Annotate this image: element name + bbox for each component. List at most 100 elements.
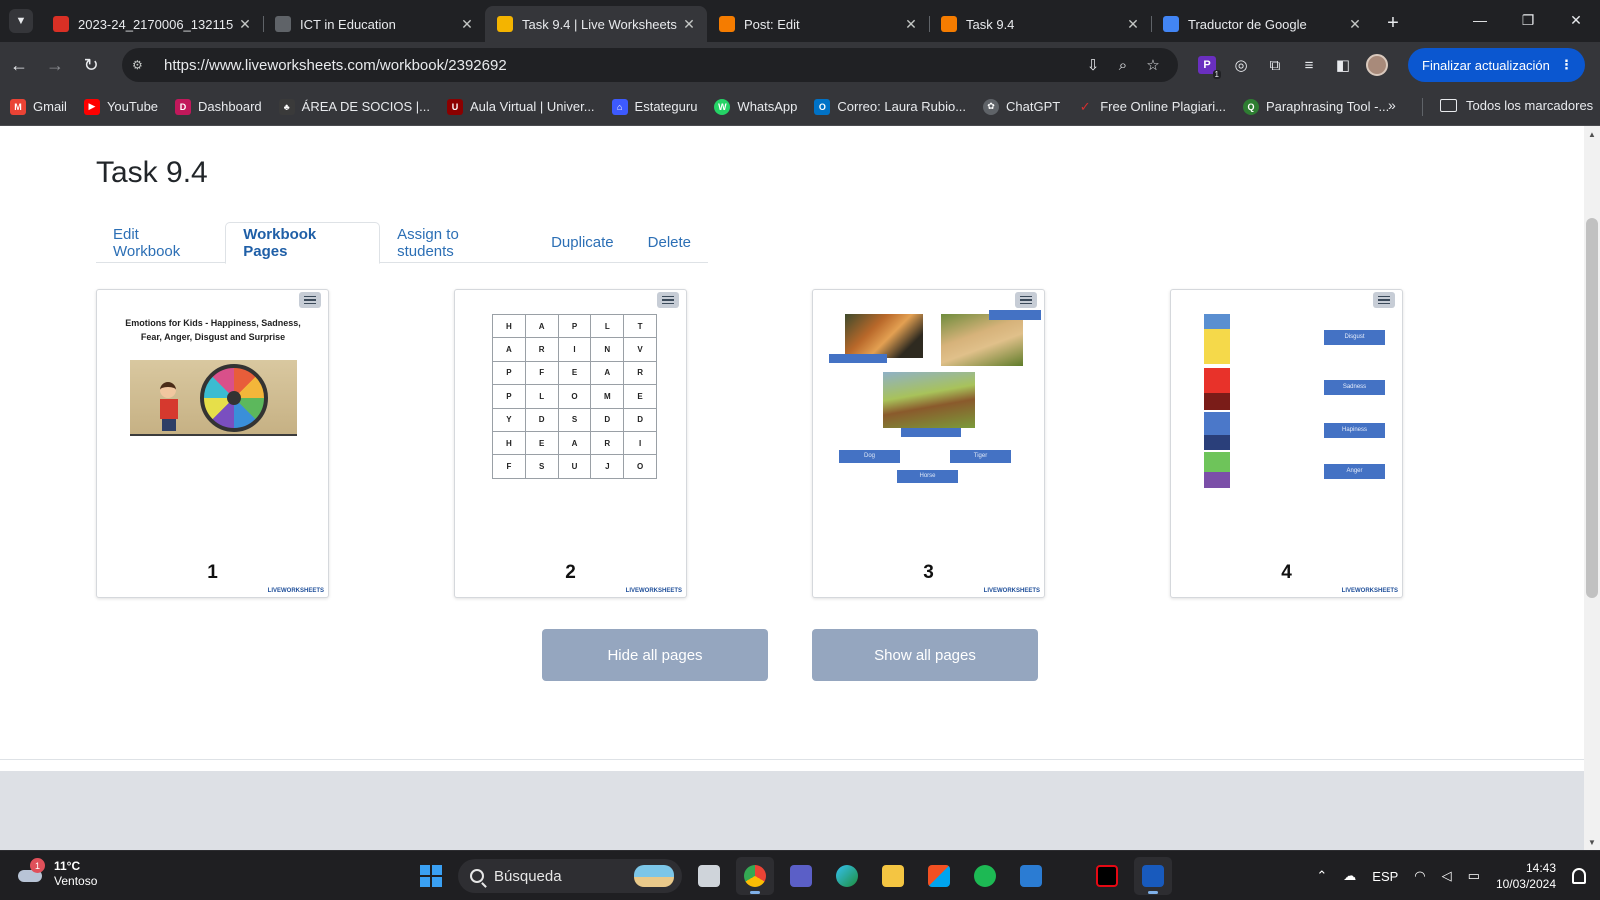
system-clock[interactable]: 14:43 10/03/2024 <box>1496 860 1556 892</box>
tab-search-button[interactable]: ▼ <box>9 9 33 33</box>
browser-tab-6[interactable]: Traductor de Google ✕ <box>1151 6 1373 42</box>
task-view-button[interactable] <box>690 857 728 895</box>
card-menu-icon[interactable] <box>1373 292 1395 308</box>
bookmark-chatgpt[interactable]: ✿ ChatGPT <box>983 98 1060 115</box>
all-bookmarks-button[interactable]: Todos los marcadores <box>1440 98 1593 113</box>
more-bookmarks-icon[interactable]: » <box>1388 97 1396 113</box>
side-panel-button[interactable]: ◧ <box>1326 48 1360 82</box>
bookmark-dashboard[interactable]: D Dashboard <box>175 98 262 115</box>
bookmark-youtube[interactable]: ▶ YouTube <box>83 98 158 115</box>
bookmark-correo[interactable]: O Correo: Laura Rubio... <box>814 98 966 115</box>
onedrive-cloud-icon[interactable]: ☁ <box>1343 868 1356 884</box>
docs-taskbar-button[interactable] <box>1012 857 1050 895</box>
bookmark-paraphrasing[interactable]: Q Paraphrasing Tool -... <box>1242 98 1389 115</box>
teams-taskbar-button[interactable] <box>782 857 820 895</box>
window-controls: — ❐ ✕ <box>1456 0 1600 40</box>
notification-bell-icon[interactable] <box>1572 868 1586 884</box>
word-taskbar-button[interactable] <box>1134 857 1172 895</box>
grammarly-button[interactable]: ◎ <box>1224 48 1258 82</box>
workbook-page-card-2[interactable]: HAPLT ARINV PFEAR PLOME YDSDD HEARI FSUJ… <box>454 289 687 598</box>
workbook-page-card-1[interactable]: Emotions for Kids - Happiness, Sadness, … <box>96 289 329 598</box>
browser-tab-5[interactable]: Task 9.4 ✕ <box>929 6 1151 42</box>
profile-button[interactable] <box>1360 48 1394 82</box>
bookmark-whatsapp[interactable]: W WhatsApp <box>714 98 797 115</box>
close-tab-icon[interactable]: ✕ <box>237 16 253 33</box>
show-all-pages-button[interactable]: Show all pages <box>812 629 1038 681</box>
store-taskbar-button[interactable] <box>920 857 958 895</box>
reload-button[interactable]: ↻ <box>74 48 108 82</box>
weather-badge: 1 <box>30 858 45 873</box>
volume-icon[interactable]: ◁ <box>1442 868 1452 884</box>
chrome-taskbar-button[interactable] <box>736 857 774 895</box>
tab-duplicate[interactable]: Duplicate <box>534 222 631 263</box>
bookmark-area-socios[interactable]: ♣ ÁREA DE SOCIOS |... <box>278 98 430 115</box>
taskbar-search[interactable]: Búsqueda <box>458 859 682 893</box>
start-button[interactable] <box>412 857 450 895</box>
spotify-taskbar-button[interactable] <box>966 857 1004 895</box>
close-window-icon[interactable]: ✕ <box>1552 0 1600 40</box>
bookmark-gmail[interactable]: M Gmail <box>10 98 67 115</box>
restore-icon[interactable]: ❐ <box>1504 0 1552 40</box>
chatgpt-icon: ✿ <box>983 98 1000 115</box>
minimize-icon[interactable]: — <box>1456 0 1504 40</box>
bookmark-star-icon[interactable]: ☆ <box>1138 56 1168 74</box>
label-disgust: Disgust <box>1324 330 1385 345</box>
wifi-icon[interactable]: ◠ <box>1414 868 1425 884</box>
bookmark-aula-virtual[interactable]: U Aula Virtual | Univer... <box>447 98 595 115</box>
browser-tab-2[interactable]: ICT in Education ✕ <box>263 6 485 42</box>
new-tab-button[interactable]: + <box>1379 9 1407 37</box>
tab-edit-workbook[interactable]: Edit Workbook <box>96 222 225 263</box>
emotion-wheel-image <box>200 364 268 432</box>
extensions-button[interactable]: ⧉ <box>1258 48 1292 82</box>
page-scrollbar[interactable]: ▲ ▼ <box>1584 126 1600 850</box>
chevron-up-icon[interactable]: ⌃ <box>1316 868 1327 884</box>
close-tab-icon[interactable]: ✕ <box>903 16 919 33</box>
zoom-icon[interactable]: ⌕ <box>1108 57 1138 74</box>
tab-title: Traductor de Google <box>1188 16 1307 32</box>
scrollbar-thumb[interactable] <box>1586 218 1598 598</box>
url-text[interactable]: https://www.liveworksheets.com/workbook/… <box>164 57 1078 74</box>
blogger-icon <box>719 16 735 32</box>
browser-tab-1[interactable]: 2023-24_2170006_132115 ✕ <box>41 6 263 42</box>
close-tab-icon[interactable]: ✕ <box>459 16 475 33</box>
install-app-icon[interactable]: ⇩ <box>1078 56 1108 74</box>
scroll-up-icon[interactable]: ▲ <box>1584 126 1600 142</box>
bookmark-plagiarism[interactable]: ✓ Free Online Plagiari... <box>1077 99 1226 115</box>
bookmarks-divider <box>1422 98 1423 116</box>
update-button[interactable]: Finalizar actualización ⋮ <box>1408 48 1585 82</box>
tab-assign-to-students[interactable]: Assign to students <box>380 222 534 263</box>
tab-delete[interactable]: Delete <box>631 222 708 263</box>
dog-image <box>941 314 1023 366</box>
tab-workbook-pages[interactable]: Workbook Pages <box>225 222 381 264</box>
close-tab-icon[interactable]: ✕ <box>1125 16 1141 33</box>
extension-p-button[interactable]: P 1 <box>1190 48 1224 82</box>
input-language[interactable]: ESP <box>1372 869 1398 884</box>
file-explorer-taskbar-button[interactable] <box>874 857 912 895</box>
forward-button[interactable]: → <box>38 48 72 82</box>
netflix-taskbar-button[interactable] <box>1088 857 1126 895</box>
back-button[interactable]: ← <box>2 48 36 82</box>
browser-tab-3[interactable]: Task 9.4 | Live Worksheets ✕ <box>485 6 707 42</box>
whatsapp-icon: W <box>714 98 731 115</box>
browser-tab-4[interactable]: Post: Edit ✕ <box>707 6 929 42</box>
scroll-down-icon[interactable]: ▼ <box>1584 834 1600 850</box>
workbook-page-card-3[interactable]: Dog Tiger Horse 3 LIVEWORKSHEETS <box>812 289 1045 598</box>
anger-character-image <box>1204 368 1230 410</box>
weather-widget[interactable]: 1 11°C Ventoso <box>18 858 97 889</box>
chrome-icon <box>744 865 766 887</box>
battery-icon[interactable]: ▭ <box>1468 868 1480 884</box>
card-1-heading: Emotions for Kids - Happiness, Sadness, … <box>125 318 301 342</box>
close-tab-icon[interactable]: ✕ <box>1347 16 1363 33</box>
site-settings-icon[interactable]: ⚙ <box>132 58 154 72</box>
card-menu-icon[interactable] <box>1015 292 1037 308</box>
page-footer <box>0 771 1584 850</box>
media-control-button[interactable]: ≡ <box>1292 48 1326 82</box>
workbook-page-card-4[interactable]: Disgust Sadness Hapiness Anger 4 LIVEWOR… <box>1170 289 1403 598</box>
bookmark-estateguru[interactable]: ⌂ Estateguru <box>611 98 697 115</box>
close-tab-icon[interactable]: ✕ <box>681 16 697 33</box>
card-menu-icon[interactable] <box>299 292 321 308</box>
hide-all-pages-button[interactable]: Hide all pages <box>542 629 768 681</box>
edge-taskbar-button[interactable] <box>828 857 866 895</box>
address-bar[interactable]: ⚙ https://www.liveworksheets.com/workboo… <box>122 48 1178 82</box>
card-menu-icon[interactable] <box>657 292 679 308</box>
